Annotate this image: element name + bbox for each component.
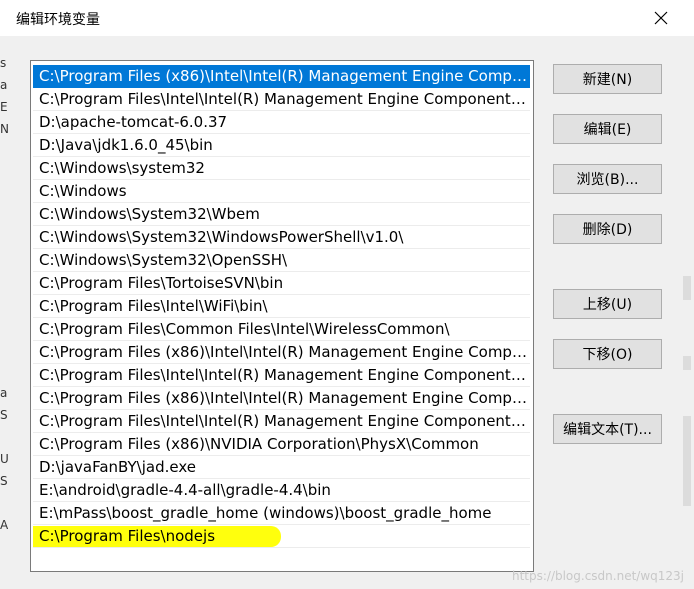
path-list-item[interactable]: C:\Program Files (x86)\Intel\Intel(R) Ma… (33, 65, 530, 88)
path-list-item[interactable]: C:\Program Files\Intel\Intel(R) Manageme… (33, 88, 530, 111)
edit-button[interactable]: 编辑(E) (553, 114, 662, 144)
new-button[interactable]: 新建(N) (553, 64, 662, 94)
delete-button[interactable]: 删除(D) (553, 214, 662, 244)
path-list-item[interactable]: C:\Program Files\TortoiseSVN\bin (33, 272, 530, 295)
background-char: S (0, 408, 8, 422)
title-bar: 编辑环境变量 (0, 0, 694, 36)
path-list-item[interactable]: E:\mPass\boost_gradle_home (windows)\boo… (33, 502, 530, 525)
path-list-item[interactable]: D:\javaFanBY\jad.exe (33, 456, 530, 479)
background-scrollbar-segment (683, 356, 691, 370)
background-char: N (0, 122, 9, 136)
path-list-item[interactable]: E:\android\gradle-4.4-all\gradle-4.4\bin (33, 479, 530, 502)
path-list[interactable]: C:\Program Files (x86)\Intel\Intel(R) Ma… (30, 60, 534, 572)
path-list-item[interactable]: C:\Windows\System32\Wbem (33, 203, 530, 226)
background-char: s (0, 56, 7, 70)
background-scrollbar-segment (683, 416, 691, 506)
background-char: a (0, 386, 8, 400)
background-char: U (0, 452, 9, 466)
path-list-item-highlighted[interactable]: C:\Program Files\nodejs (33, 525, 530, 548)
path-list-item[interactable]: D:\Java\jdk1.6.0_45\bin (33, 134, 530, 157)
move-down-button[interactable]: 下移(O) (553, 339, 662, 369)
background-char: S (0, 474, 8, 488)
close-icon (654, 11, 668, 25)
path-list-item[interactable]: C:\Program Files\Common Files\Intel\Wire… (33, 318, 530, 341)
background-scrollbar-segment (683, 276, 691, 300)
path-list-item[interactable]: C:\Windows\System32\WindowsPowerShell\v1… (33, 226, 530, 249)
path-list-item[interactable]: D:\apache-tomcat-6.0.37 (33, 111, 530, 134)
browse-button[interactable]: 浏览(B)... (553, 164, 662, 194)
dialog-title: 编辑环境变量 (16, 12, 100, 28)
path-list-item[interactable]: C:\Program Files\Intel\Intel(R) Manageme… (33, 364, 530, 387)
watermark: https://blog.csdn.net/wq123j (511, 569, 684, 583)
background-window-right (679, 36, 694, 589)
edit-text-button[interactable]: 编辑文本(T)... (553, 414, 662, 444)
path-list-item[interactable]: C:\Windows (33, 180, 530, 203)
path-list-item[interactable]: C:\Windows\System32\OpenSSH\ (33, 249, 530, 272)
path-list-item[interactable]: C:\Program Files\Intel\Intel(R) Manageme… (33, 410, 530, 433)
background-char: a (0, 78, 8, 92)
edit-env-variable-dialog: 编辑环境变量 C:\Program Files (x86)\Intel\Inte… (0, 0, 694, 589)
move-up-button[interactable]: 上移(U) (553, 289, 662, 319)
background-char: E (0, 100, 8, 114)
path-list-item[interactable]: C:\Program Files (x86)\Intel\Intel(R) Ma… (33, 387, 530, 410)
path-list-item[interactable]: C:\Windows\system32 (33, 157, 530, 180)
close-button[interactable] (644, 2, 678, 34)
path-list-item[interactable]: C:\Program Files\Intel\WiFi\bin\ (33, 295, 530, 318)
path-list-item[interactable]: C:\Program Files (x86)\NVIDIA Corporatio… (33, 433, 530, 456)
path-list-item[interactable]: C:\Program Files (x86)\Intel\Intel(R) Ma… (33, 341, 530, 364)
background-char: A (0, 518, 9, 532)
